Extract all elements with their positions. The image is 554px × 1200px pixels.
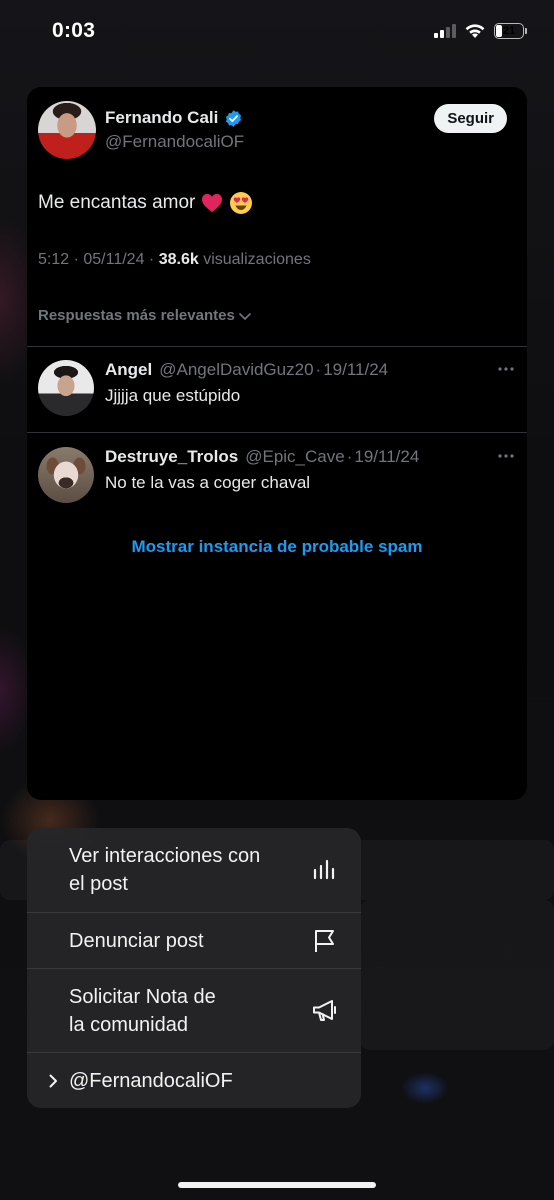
reply-item[interactable]: Angel @AngelDavidGuz20 · 19/11/24 Jjjjja… (38, 360, 515, 416)
tweet-author[interactable]: Fernando Cali @FernandocaliOF (38, 101, 244, 159)
reply-avatar[interactable] (38, 447, 94, 503)
sort-label: Respuestas más relevantes (38, 307, 235, 324)
status-time: 0:03 (52, 19, 96, 42)
menu-label-line: Ver interacciones con (69, 845, 261, 867)
menu-item-view-interactions[interactable]: Ver interacciones con el post (27, 828, 361, 912)
reply-text: Jjjjja que estúpido (105, 386, 241, 405)
status-bar: 0:03 21 (0, 0, 554, 62)
views-count[interactable]: 38.6k (159, 251, 199, 268)
tweet-text-content: Me encantas amor (38, 192, 196, 213)
battery-icon: 21 (494, 23, 527, 39)
tweet-text: Me encantas amor (38, 191, 253, 215)
author-handle[interactable]: @FernandocaliOF (105, 132, 244, 152)
tweet-date: 05/11/24 (83, 251, 145, 268)
menu-label-line: la comunidad (69, 1013, 188, 1036)
menu-label: @FernandocaliOF (69, 1069, 233, 1092)
views-label: visualizaciones (203, 251, 311, 268)
divider (27, 346, 527, 347)
author-avatar[interactable] (38, 101, 96, 159)
chevron-right-icon (49, 1074, 57, 1088)
tweet-card[interactable]: Fernando Cali @FernandocaliOF Seguir Me … (27, 87, 527, 800)
reply-avatar[interactable] (38, 360, 94, 416)
wifi-icon (465, 24, 485, 38)
red-heart-icon (202, 193, 223, 213)
megaphone-icon (313, 999, 336, 1021)
menu-item-community-note[interactable]: Solicitar Nota de la comunidad (27, 969, 361, 1052)
status-icons: 21 (434, 23, 527, 39)
menu-label: Denunciar post (69, 929, 204, 952)
reply-handle[interactable]: @AngelDavidGuz20 (159, 360, 313, 380)
reply-name[interactable]: Angel (105, 360, 152, 380)
reply-date: 19/11/24 (323, 360, 389, 379)
cellular-signal-icon (434, 24, 456, 38)
battery-percent: 21 (502, 25, 516, 37)
show-spam-link[interactable]: Mostrar instancia de probable spam (27, 537, 527, 557)
more-options-icon[interactable] (497, 366, 515, 372)
heart-eyes-emoji-icon (230, 192, 253, 214)
flag-icon (315, 929, 334, 952)
author-name[interactable]: Fernando Cali (105, 108, 218, 128)
menu-item-report-post[interactable]: Denunciar post (27, 913, 361, 968)
more-options-icon[interactable] (497, 453, 515, 459)
reply-item[interactable]: Destruye_Trolos @Epic_Cave · 19/11/24 No… (38, 447, 515, 503)
context-menu: Ver interacciones con el post Denunciar … (27, 828, 361, 1108)
menu-item-profile[interactable]: @FernandocaliOF (27, 1053, 361, 1108)
tweet-meta: 5:12 · 05/11/24 · 38.6k visualizaciones (38, 251, 311, 268)
menu-label-line: Solicitar Nota de (69, 985, 216, 1008)
menu-label-line: el post (69, 873, 128, 895)
reply-handle[interactable]: @Epic_Cave (245, 447, 344, 467)
divider (27, 432, 527, 433)
follow-button[interactable]: Seguir (434, 104, 507, 133)
chevron-down-icon (238, 312, 251, 320)
reply-name[interactable]: Destruye_Trolos (105, 447, 238, 467)
bar-chart-icon (313, 859, 335, 880)
reply-date: 19/11/24 (354, 447, 420, 466)
tweet-time: 5:12 (38, 251, 70, 268)
reply-text: No te la vas a coger chaval (105, 473, 311, 492)
verified-badge-icon (226, 109, 242, 127)
home-indicator[interactable] (178, 1182, 376, 1188)
replies-sort-dropdown[interactable]: Respuestas más relevantes (38, 307, 252, 324)
